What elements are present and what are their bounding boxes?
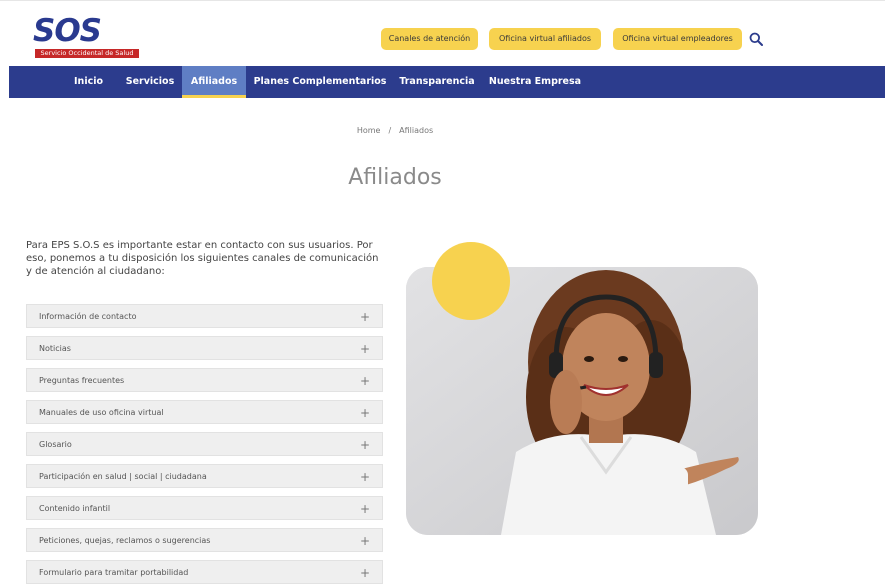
plus-icon[interactable]: + [360,401,370,425]
main-nav: Inicio Servicios Afiliados Planes Comple… [9,66,885,98]
accordion-item-informacion-contacto[interactable]: Información de contacto + [26,304,383,328]
page-title: Afiliados [348,165,442,190]
accordion-item-participacion[interactable]: Participación en salud | social | ciudad… [26,464,383,488]
oficina-virtual-empleadores-button[interactable]: Oficina virtual empleadores [613,28,742,50]
breadcrumb: Home / Afiliados [0,126,790,135]
plus-icon[interactable]: + [360,337,370,361]
plus-icon[interactable]: + [360,529,370,553]
nav-item-inicio[interactable]: Inicio [66,66,111,98]
accordion-item-pqrs[interactable]: Peticiones, quejas, reclamos o sugerenci… [26,528,383,552]
logo-letters: SOS [33,13,102,49]
search-icon[interactable] [749,31,763,46]
accordion-item-contenido-infantil[interactable]: Contenido infantil + [26,496,383,520]
accordion-item-preguntas-frecuentes[interactable]: Preguntas frecuentes + [26,368,383,392]
breadcrumb-home[interactable]: Home [357,126,381,135]
canales-atencion-button[interactable]: Canales de atención [381,28,478,50]
intro-text: Para EPS S.O.S es importante estar en co… [26,240,379,277]
plus-icon[interactable]: + [360,497,370,521]
nav-item-transparencia[interactable]: Transparencia [392,66,482,98]
decorative-circle [432,242,510,320]
plus-icon[interactable]: + [360,369,370,393]
nav-item-afiliados[interactable]: Afiliados [182,66,246,98]
plus-icon[interactable]: + [360,561,370,585]
nav-item-servicios[interactable]: Servicios [117,66,183,98]
accordion-label: Preguntas frecuentes [39,376,125,385]
accordion-item-glosario[interactable]: Glosario + [26,432,383,456]
breadcrumb-separator: / [388,126,392,135]
accordion-label: Noticias [39,344,71,353]
accordion-label: Información de contacto [39,312,137,321]
plus-icon[interactable]: + [360,465,370,489]
accordion-item-manuales[interactable]: Manuales de uso oficina virtual + [26,400,383,424]
accordion-item-portabilidad[interactable]: Formulario para tramitar portabilidad + [26,560,383,584]
nav-item-nuestra-empresa[interactable]: Nuestra Empresa [483,66,587,98]
nav-item-planes-complementarios[interactable]: Planes Complementarios [251,66,389,98]
accordion-label: Peticiones, quejas, reclamos o sugerenci… [39,536,211,545]
sos-logo[interactable]: SOS Servicio Occidental de Salud [33,13,140,58]
oficina-virtual-afiliados-button[interactable]: Oficina virtual afiliados [489,28,601,50]
breadcrumb-current: Afiliados [399,126,434,135]
accordion-label: Formulario para tramitar portabilidad [39,568,189,577]
accordion-label: Manuales de uso oficina virtual [39,408,164,417]
accordion-label: Contenido infantil [39,504,111,513]
plus-icon[interactable]: + [360,433,370,457]
logo-tagline: Servicio Occidental de Salud [35,49,139,58]
accordion-label: Participación en salud | social | ciudad… [39,472,207,481]
accordion-item-noticias[interactable]: Noticias + [26,336,383,360]
plus-icon[interactable]: + [360,305,370,329]
top-border [0,0,885,1]
accordion-label: Glosario [39,440,72,449]
